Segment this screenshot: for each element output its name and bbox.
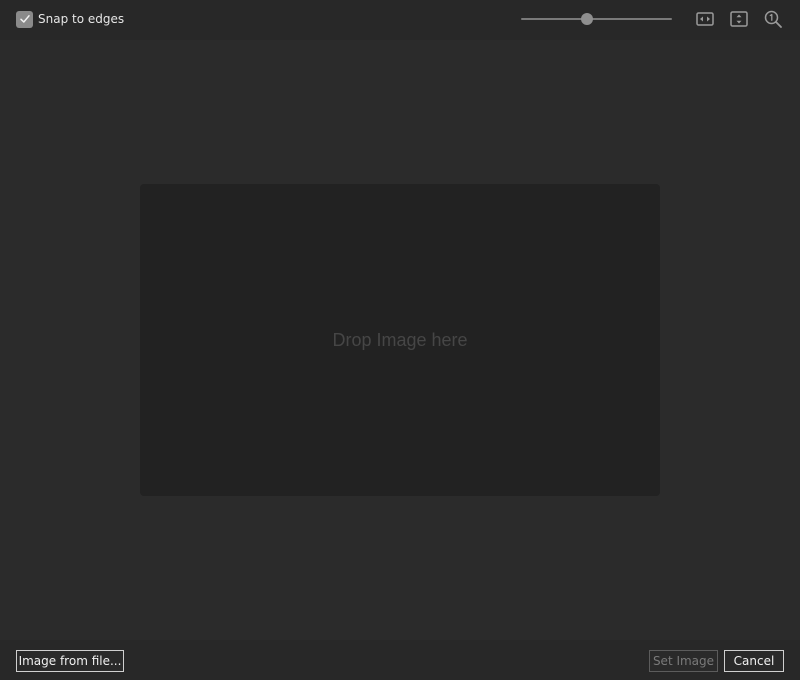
fit-height-icon[interactable] [729,9,749,29]
drop-image-hint: Drop Image here [332,329,468,350]
set-image-button[interactable]: Set Image [649,650,718,672]
snap-to-edges-checkbox[interactable]: Snap to edges [16,10,124,28]
fit-width-icon[interactable] [695,9,715,29]
bottom-bar: Image from file... Set Image Cancel [0,640,800,680]
checkbox-box[interactable] [16,10,33,28]
top-toolbar: Snap to edges [0,0,800,40]
actual-size-icon[interactable] [763,9,783,29]
zoom-slider-thumb[interactable] [581,13,594,25]
snap-to-edges-label: Snap to edges [38,12,125,26]
cancel-button[interactable]: Cancel [724,650,784,672]
checkmark-icon [19,15,30,23]
zoom-slider[interactable] [521,11,672,27]
image-picker-window: Snap to edges Drop Image here Image from… [0,0,800,680]
zoom-slider-track[interactable] [521,18,672,20]
image-from-file-button[interactable]: Image from file... [16,650,124,672]
drop-zone[interactable]: Drop Image here [140,184,660,496]
